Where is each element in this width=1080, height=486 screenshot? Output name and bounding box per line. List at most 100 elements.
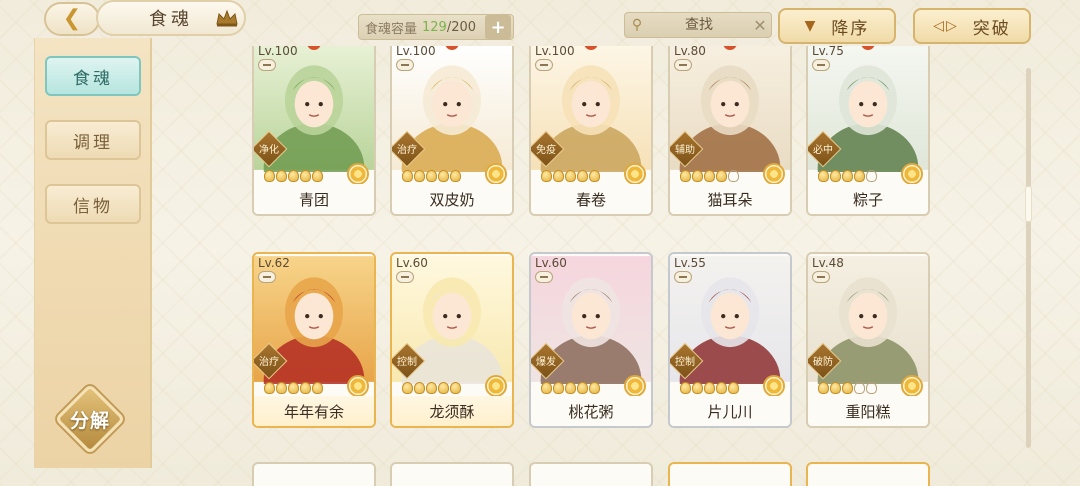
lock-icon[interactable] (812, 271, 830, 283)
star-icon (680, 382, 691, 394)
star-rating (264, 382, 323, 396)
sort-button[interactable]: ▼ 降序 (778, 8, 896, 44)
sort-down-icon: ▼ (804, 18, 818, 34)
sidebar-item-label: 信物 (73, 196, 113, 217)
card-role: 必中 (813, 145, 833, 156)
food-soul-card[interactable] (529, 462, 653, 486)
star-icon (553, 170, 564, 182)
star-icon (414, 170, 425, 182)
star-icon (589, 170, 600, 182)
star-icon (288, 170, 299, 182)
lock-icon[interactable] (535, 271, 553, 283)
food-soul-card[interactable]: Lv.100 治疗 双皮奶 (390, 46, 514, 216)
search-input[interactable] (649, 17, 749, 33)
star-icon (866, 382, 877, 394)
card-level: Lv.62 (258, 256, 290, 270)
flower-emblem-icon (347, 163, 369, 185)
food-soul-card[interactable]: Lv.55 控制 片儿川 (668, 252, 792, 428)
clear-icon[interactable]: ✕ (749, 16, 771, 35)
food-soul-card[interactable]: Lv.80 辅助 猫耳朵 (668, 46, 792, 216)
card-name: 桃花粥 (531, 396, 651, 426)
breakthrough-button[interactable]: ◁▷ 突破 (913, 8, 1031, 44)
card-name: 片儿川 (670, 396, 790, 426)
food-soul-card[interactable]: Lv.75 必中 粽子 (806, 46, 930, 216)
lock-icon[interactable] (674, 271, 692, 283)
back-button[interactable]: ❮ (44, 2, 100, 36)
search-box[interactable]: ⚲ ✕ (624, 12, 772, 38)
food-soul-card[interactable]: Lv.60 控制 龙须酥 (390, 252, 514, 428)
flower-emblem-icon (624, 163, 646, 185)
star-icon (854, 382, 865, 394)
star-icon (577, 170, 588, 182)
food-soul-grid: Lv.100 净化青团 Lv.100 治疗 双皮奶 Lv.100 免疫春卷 Lv.80 辅助 猫耳… (240, 46, 940, 486)
capacity-label: 食魂容量 (365, 21, 418, 37)
star-icon (402, 170, 413, 182)
star-rating (818, 170, 877, 184)
star-icon (692, 170, 703, 182)
star-icon (438, 382, 449, 394)
card-role: 控制 (675, 357, 695, 368)
lock-icon[interactable] (535, 59, 553, 71)
card-role: 净化 (259, 145, 279, 156)
food-soul-card[interactable]: Lv.48 破防重阳糕 (806, 252, 930, 428)
sidebar-item-conditioning[interactable]: 调理 (45, 120, 141, 160)
sidebar-item-token[interactable]: 信物 (45, 184, 141, 224)
lock-icon[interactable] (396, 59, 414, 71)
star-icon (716, 382, 727, 394)
star-icon (842, 382, 853, 394)
lock-icon[interactable] (396, 271, 414, 283)
flower-emblem-icon (901, 163, 923, 185)
star-icon (565, 382, 576, 394)
star-icon (704, 170, 715, 182)
scrollbar-track[interactable] (1026, 68, 1031, 448)
lock-icon[interactable] (812, 59, 830, 71)
flower-emblem-icon (763, 375, 785, 397)
card-name: 春卷 (531, 184, 651, 214)
card-role: 爆发 (536, 357, 556, 368)
star-icon (830, 382, 841, 394)
lock-icon[interactable] (258, 59, 276, 71)
star-icon (866, 170, 877, 182)
star-rating (541, 170, 600, 184)
card-level: Lv.48 (812, 256, 844, 270)
food-soul-card[interactable]: Lv.60 爆发 桃花粥 (529, 252, 653, 428)
star-icon (300, 170, 311, 182)
star-icon (818, 170, 829, 182)
search-icon: ⚲ (631, 17, 643, 33)
star-icon (288, 382, 299, 394)
breakthrough-label: 突破 (972, 18, 1011, 39)
flower-emblem-icon (485, 163, 507, 185)
food-soul-card[interactable]: Lv.62 治疗 年年有余 (252, 252, 376, 428)
sidebar-item-label: 食魂 (73, 68, 113, 89)
card-role: 破防 (813, 357, 833, 368)
sidebar-item-food-soul[interactable]: 食魂 (45, 56, 141, 96)
crown-icon[interactable] (215, 9, 239, 27)
food-soul-card[interactable] (806, 462, 930, 486)
food-soul-card[interactable] (390, 462, 514, 486)
star-icon (426, 382, 437, 394)
flower-emblem-icon (901, 375, 923, 397)
decompose-button[interactable]: 分解 (52, 383, 128, 455)
star-icon (728, 382, 739, 394)
star-icon (728, 170, 739, 182)
star-icon (450, 382, 461, 394)
card-name: 龙须酥 (392, 396, 512, 426)
food-soul-card[interactable]: Lv.100 净化 青团 (252, 46, 376, 216)
star-icon (854, 170, 865, 182)
star-icon (692, 382, 703, 394)
card-level: Lv.75 (812, 46, 844, 58)
food-soul-card[interactable] (252, 462, 376, 486)
star-icon (716, 170, 727, 182)
lock-icon[interactable] (258, 271, 276, 283)
breakthrough-icon: ◁▷ (933, 18, 959, 34)
star-icon (312, 382, 323, 394)
card-level: Lv.100 (535, 46, 575, 58)
card-name: 重阳糕 (808, 396, 928, 426)
expand-capacity-button[interactable]: + (485, 15, 511, 39)
card-name: 青团 (254, 184, 374, 214)
scrollbar-thumb[interactable] (1025, 186, 1032, 222)
food-soul-card[interactable] (668, 462, 792, 486)
card-role: 免疫 (536, 145, 556, 156)
lock-icon[interactable] (674, 59, 692, 71)
food-soul-card[interactable]: Lv.100 免疫春卷 (529, 46, 653, 216)
